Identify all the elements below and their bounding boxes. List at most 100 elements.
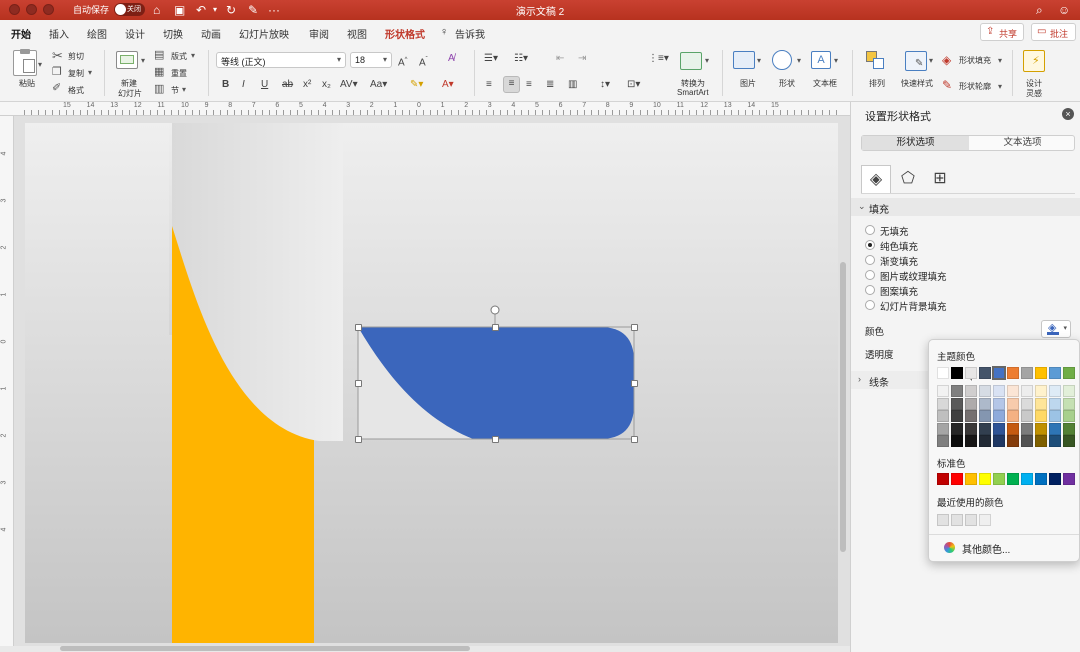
theme-color-swatch[interactable]	[1063, 367, 1075, 379]
fill-option[interactable]: 渐变填充	[865, 254, 1065, 268]
standard-color-swatch[interactable]	[937, 473, 949, 485]
tab-slideshow[interactable]: 幻灯片放映	[239, 26, 289, 41]
theme-shade-swatch[interactable]	[1049, 435, 1061, 447]
resize-handle-s[interactable]	[492, 436, 499, 443]
size-properties-icon[interactable]: ⊞	[925, 165, 955, 193]
superscript-icon[interactable]: x²	[303, 78, 311, 92]
save-icon[interactable]: ▣	[174, 1, 185, 19]
underline-icon[interactable]: U	[261, 78, 268, 92]
reset-label[interactable]: 重置	[171, 68, 187, 79]
theme-shade-swatch[interactable]	[1035, 410, 1047, 422]
resize-handle-nw[interactable]	[355, 324, 362, 331]
theme-shade-swatch[interactable]	[979, 385, 991, 397]
radio-button[interactable]	[865, 255, 875, 265]
justify-icon[interactable]: ≣	[546, 78, 554, 92]
change-case-icon[interactable]: Aa▾	[370, 78, 387, 92]
theme-shade-swatch[interactable]	[1063, 397, 1075, 410]
theme-shade-swatch[interactable]	[1007, 410, 1019, 422]
standard-color-swatch[interactable]	[979, 473, 991, 485]
account-icon[interactable]: ☺	[1058, 1, 1070, 19]
highlight-icon[interactable]: ✎▾	[410, 78, 423, 92]
resize-handle-w[interactable]	[355, 380, 362, 387]
paste-dropdown-icon[interactable]: ▾	[38, 58, 42, 72]
theme-shade-swatch[interactable]	[1007, 385, 1019, 397]
theme-shade-swatch[interactable]	[1007, 422, 1019, 435]
textbox-dropdown-icon[interactable]: ▾	[834, 54, 838, 68]
resize-handle-e[interactable]	[631, 380, 638, 387]
tab-shape-options[interactable]: 形状选项	[862, 136, 969, 150]
slide-editor[interactable]	[14, 116, 850, 646]
picture-dropdown-icon[interactable]: ▾	[757, 54, 761, 68]
italic-icon[interactable]: I	[242, 78, 245, 92]
bold-icon[interactable]: B	[222, 78, 229, 92]
align-right-icon[interactable]: ≡	[526, 78, 532, 92]
theme-shade-swatch[interactable]	[937, 410, 949, 422]
resize-handle-n[interactable]	[492, 324, 499, 331]
recent-color-swatch[interactable]	[979, 514, 991, 526]
theme-color-swatch[interactable]	[1035, 367, 1047, 379]
theme-shade-swatch[interactable]	[937, 435, 949, 447]
theme-color-swatch[interactable]	[1007, 367, 1019, 379]
font-size-select[interactable]: 18 ▾	[350, 52, 392, 68]
radio-button[interactable]	[865, 300, 875, 310]
fill-option[interactable]: 幻灯片背景填充	[865, 299, 1065, 313]
theme-shade-swatch[interactable]	[993, 397, 1005, 410]
align-center-icon[interactable]: ≡	[503, 76, 520, 93]
new-slide-dropdown-icon[interactable]: ▾	[141, 54, 145, 68]
theme-color-swatch[interactable]	[1021, 367, 1033, 379]
tab-home[interactable]: 开始	[11, 26, 31, 46]
undo-icon[interactable]: ↶	[196, 1, 206, 19]
tab-draw[interactable]: 绘图	[87, 26, 107, 41]
more-icon[interactable]: ···	[268, 1, 280, 19]
theme-shade-swatch[interactable]	[1049, 422, 1061, 435]
section-label[interactable]: 节	[171, 85, 179, 96]
fill-option[interactable]: 图片或纹理填充	[865, 269, 1065, 283]
shape-icon[interactable]	[772, 50, 792, 70]
text-direction-icon[interactable]: ↕▾	[600, 78, 610, 92]
theme-shade-swatch[interactable]	[1063, 422, 1075, 435]
resize-handle-sw[interactable]	[355, 436, 362, 443]
copy-icon[interactable]: ❐	[52, 65, 62, 79]
clear-formatting-icon[interactable]: A̸	[448, 52, 455, 66]
standard-color-swatch[interactable]	[1007, 473, 1019, 485]
columns-icon[interactable]: ▥	[568, 78, 577, 92]
theme-shade-swatch[interactable]	[1063, 410, 1075, 422]
close-icon[interactable]: ×	[1062, 108, 1074, 120]
resize-handle-se[interactable]	[631, 436, 638, 443]
vertical-scrollbar[interactable]	[840, 262, 846, 552]
theme-shade-swatch[interactable]	[1063, 435, 1075, 447]
textbox-icon[interactable]: A	[811, 51, 831, 69]
theme-color-swatch[interactable]	[951, 367, 963, 379]
theme-shade-swatch[interactable]	[993, 410, 1005, 422]
tab-text-options[interactable]: 文本选项	[969, 136, 1076, 150]
shape-dropdown-icon[interactable]: ▾	[797, 54, 801, 68]
copy-dropdown-icon[interactable]: ▾	[88, 66, 92, 80]
recent-color-swatch[interactable]	[951, 514, 963, 526]
theme-shade-swatch[interactable]	[951, 397, 963, 410]
section-icon[interactable]: ▥	[154, 82, 164, 96]
autosave-toggle[interactable]: 关闭	[114, 3, 145, 16]
arrange-icon[interactable]	[866, 51, 886, 71]
align-text-icon[interactable]: ⊡▾	[627, 78, 640, 92]
tell-me-search[interactable]: 告诉我	[455, 26, 485, 41]
standard-color-swatch[interactable]	[965, 473, 977, 485]
shape-outline-icon[interactable]: ✎	[942, 78, 952, 92]
layout-dropdown-icon[interactable]: ▾	[191, 49, 195, 63]
section-dropdown-icon[interactable]: ▾	[182, 83, 186, 97]
theme-shade-swatch[interactable]	[1035, 435, 1047, 447]
theme-shade-swatch[interactable]	[965, 385, 977, 397]
theme-shade-swatch[interactable]	[979, 435, 991, 447]
theme-shade-swatch[interactable]	[1035, 422, 1047, 435]
theme-shade-swatch[interactable]	[951, 422, 963, 435]
shape-fill-icon[interactable]: ◈	[942, 53, 951, 67]
theme-shade-swatch[interactable]	[951, 385, 963, 397]
theme-shade-swatch[interactable]	[1007, 397, 1019, 410]
shape-outline-label[interactable]: 形状轮廓	[959, 81, 991, 92]
theme-color-swatch[interactable]	[992, 366, 1006, 380]
theme-color-swatch[interactable]	[937, 367, 949, 379]
smartart-dropdown-icon[interactable]: ▾	[705, 54, 709, 68]
numbering-icon[interactable]: ☷▾	[514, 52, 528, 66]
theme-shade-swatch[interactable]	[1021, 385, 1033, 397]
edit-icon[interactable]: ✎	[248, 1, 258, 19]
copy-label[interactable]: 复制	[68, 68, 84, 79]
